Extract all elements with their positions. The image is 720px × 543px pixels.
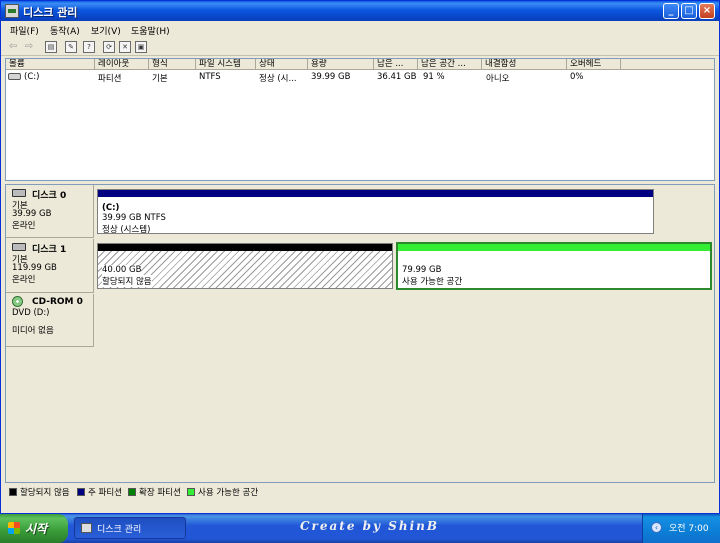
cell-volume: (C:) <box>24 72 40 82</box>
col-fault-tolerance[interactable]: 내결함성 <box>482 59 567 70</box>
connect-icon[interactable]: ⟳ <box>103 41 115 53</box>
legend-swatch-extended <box>128 488 136 496</box>
clock[interactable]: 오전 7:00 <box>669 521 709 534</box>
legend-swatch-unallocated <box>9 488 17 496</box>
disk-status: 미디어 없음 <box>12 326 54 336</box>
windows-logo-icon <box>8 522 20 534</box>
cdrom-label[interactable]: CD-ROM 0 DVD (D:) 미디어 없음 <box>6 294 94 347</box>
volume-list-header: 볼륨 레이아웃 형식 파일 시스템 상태 용량 남은 ... 남은 공간 ...… <box>6 59 714 70</box>
legend: 할당되지 않음 주 파티션 확장 파티션 사용 가능한 공간 <box>5 485 715 499</box>
taskbar-button-label: 디스크 관리 <box>97 525 142 535</box>
col-volume[interactable]: 볼륨 <box>6 59 95 70</box>
disk-name: 디스크 1 <box>32 245 67 255</box>
disk-status: 온라인 <box>12 221 36 231</box>
close-button[interactable]: × <box>699 3 715 19</box>
disk-row-cdrom: CD-ROM 0 DVD (D:) 미디어 없음 <box>6 294 714 347</box>
col-status[interactable]: 상태 <box>256 59 308 70</box>
menu-action[interactable]: 동작(A) <box>50 24 80 37</box>
disk-management-app-icon <box>5 4 19 18</box>
partition-info: 39.99 GB NTFS <box>102 213 166 223</box>
watermark-text: Create by ShinB <box>300 519 439 533</box>
free-space-bar <box>398 244 710 251</box>
cell-status: 정상 (시... <box>259 74 297 84</box>
disk-status: 온라인 <box>12 275 36 285</box>
export-icon[interactable]: ▣ <box>135 41 147 53</box>
cell-overhead: 0% <box>570 72 584 82</box>
legend-swatch-free <box>187 488 195 496</box>
taskbar: 시작 디스크 관리 Create by ShinB ‹ 오전 7:00 <box>0 514 720 543</box>
menu-file[interactable]: 파일(F) <box>10 24 39 37</box>
disk-row-1: 디스크 1 기본 119.99 GB 온라인 40.00 GB 할당되지 않음 … <box>6 239 714 293</box>
title-bar[interactable]: 디스크 관리 _ □ × <box>1 1 719 21</box>
disk-management-task-icon <box>81 523 92 533</box>
legend-label-free: 사용 가능한 공간 <box>198 488 259 498</box>
tray-network-icon[interactable]: ‹ <box>651 522 662 533</box>
region-status: 할당되지 않음 <box>102 275 152 287</box>
cell-layout: 파티션 <box>98 74 122 84</box>
toolbar: ⇦ ⇨ ▤ ✎ ? ⟳ ✕ ▣ <box>1 38 719 56</box>
col-capacity[interactable]: 용량 <box>308 59 374 70</box>
partition-c[interactable]: (C:) 39.99 GB NTFS 정상 (시스템) <box>97 189 654 235</box>
forward-arrow-icon[interactable]: ⇨ <box>23 41 35 53</box>
disk-type: DVD (D:) <box>12 308 50 318</box>
region-size: 79.99 GB <box>402 265 442 275</box>
start-button[interactable]: 시작 <box>0 514 68 543</box>
partition-label: (C:) <box>102 203 120 213</box>
legend-label-primary: 주 파티션 <box>88 488 122 498</box>
disk-graphical-view: 디스크 0 기본 39.99 GB 온라인 (C:) 39.99 GB NTFS… <box>5 184 715 483</box>
delete-icon[interactable]: ✕ <box>119 41 131 53</box>
menu-help[interactable]: 도움말(H) <box>131 24 170 37</box>
disk-label-1[interactable]: 디스크 1 기본 119.99 GB 온라인 <box>6 239 94 293</box>
disk-size: 39.99 GB <box>12 209 52 219</box>
cell-fault-tolerance: 아니오 <box>486 74 510 84</box>
legend-label-extended: 확장 파티션 <box>139 488 181 498</box>
partition-status: 정상 (시스템) <box>102 225 151 235</box>
region-status: 사용 가능한 공간 <box>402 277 463 287</box>
disk-size: 119.99 GB <box>12 263 57 273</box>
cell-type: 기본 <box>152 74 168 84</box>
menu-bar: 파일(F) 동작(A) 보기(V) 도움말(H) <box>1 21 719 38</box>
cell-free-percent: 91 % <box>423 72 445 82</box>
console-tree-icon[interactable]: ▤ <box>45 41 57 53</box>
cell-capacity: 39.99 GB <box>311 72 351 82</box>
unallocated-region[interactable]: 40.00 GB 할당되지 않음 <box>97 243 393 289</box>
unallocated-bar <box>98 244 392 251</box>
free-space-region[interactable]: 79.99 GB 사용 가능한 공간 <box>396 242 712 290</box>
legend-swatch-primary <box>77 488 85 496</box>
cell-filesystem: NTFS <box>199 72 221 82</box>
col-layout[interactable]: 레이아웃 <box>95 59 149 70</box>
col-type[interactable]: 형식 <box>149 59 196 70</box>
hard-disk-icon <box>12 243 26 251</box>
properties-icon[interactable]: ✎ <box>65 41 77 53</box>
window-title: 디스크 관리 <box>23 6 78 19</box>
help-icon[interactable]: ? <box>83 41 95 53</box>
minimize-button[interactable]: _ <box>663 3 679 19</box>
drive-icon <box>8 73 21 80</box>
volume-list: 볼륨 레이아웃 형식 파일 시스템 상태 용량 남은 ... 남은 공간 ...… <box>5 58 715 181</box>
col-free-percent[interactable]: 남은 공간 ... <box>418 59 482 70</box>
disk-label-0[interactable]: 디스크 0 기본 39.99 GB 온라인 <box>6 185 94 238</box>
primary-partition-bar <box>98 190 653 197</box>
disk-row-0: 디스크 0 기본 39.99 GB 온라인 (C:) 39.99 GB NTFS… <box>6 185 714 238</box>
start-label: 시작 <box>25 522 48 536</box>
hard-disk-icon <box>12 189 26 197</box>
disk-management-window: 디스크 관리 _ □ × 파일(F) 동작(A) 보기(V) 도움말(H) ⇦ … <box>0 0 720 514</box>
col-overhead[interactable]: 오버헤드 <box>567 59 621 70</box>
region-size: 40.00 GB <box>102 265 142 275</box>
taskbar-button-disk-management[interactable]: 디스크 관리 <box>74 517 186 539</box>
cell-free: 36.41 GB <box>377 72 417 82</box>
col-free[interactable]: 남은 ... <box>374 59 418 70</box>
disk-name: CD-ROM 0 <box>32 297 83 307</box>
maximize-button[interactable]: □ <box>681 3 697 19</box>
cd-rom-icon <box>12 296 23 307</box>
back-arrow-icon[interactable]: ⇦ <box>7 41 19 53</box>
system-tray: ‹ 오전 7:00 <box>642 514 720 543</box>
legend-label-unallocated: 할당되지 않음 <box>20 488 70 498</box>
menu-view[interactable]: 보기(V) <box>91 24 121 37</box>
disk-name: 디스크 0 <box>32 191 67 201</box>
col-filesystem[interactable]: 파일 시스템 <box>196 59 256 70</box>
